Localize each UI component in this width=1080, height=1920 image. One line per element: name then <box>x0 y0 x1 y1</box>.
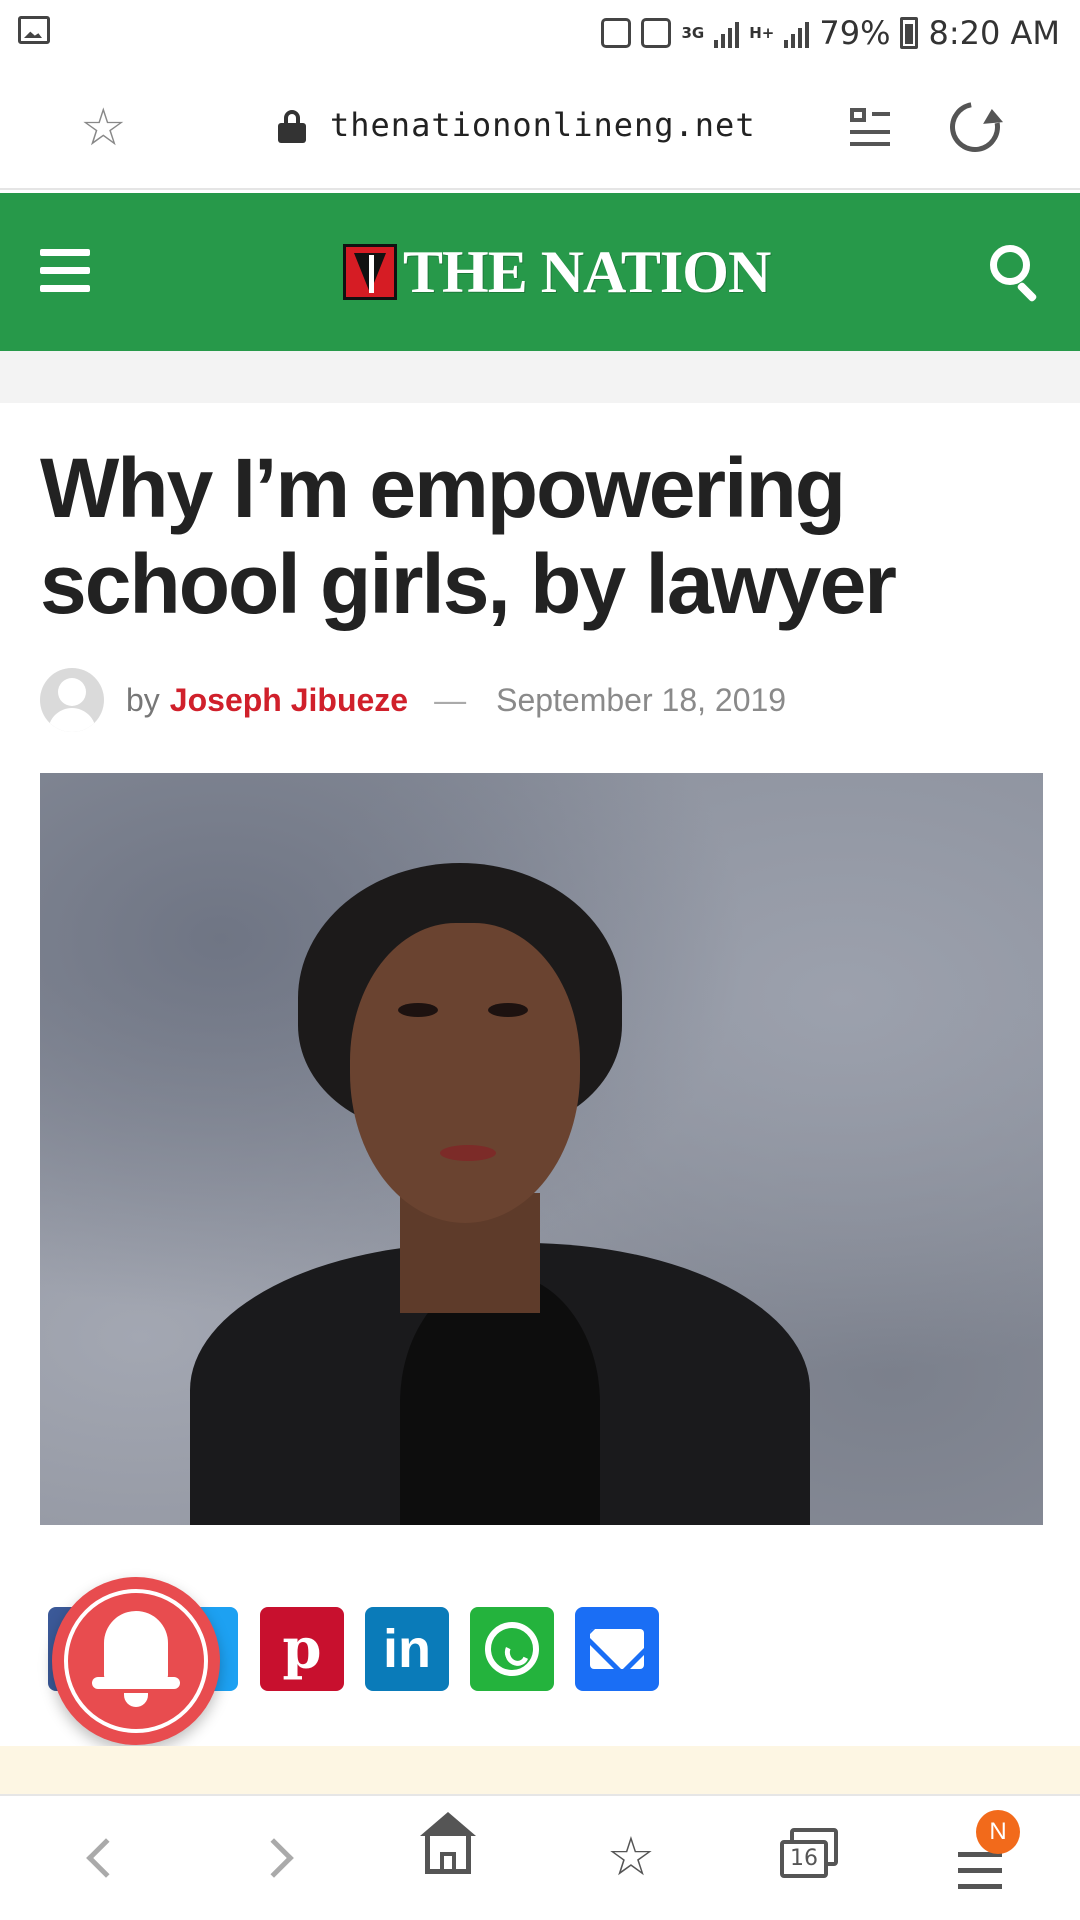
by-label: by <box>126 681 160 718</box>
home-door <box>440 1852 456 1874</box>
lock-icon[interactable] <box>278 110 306 143</box>
byline-separator: — <box>434 681 467 718</box>
author-link[interactable]: Joseph Jibueze <box>170 682 408 719</box>
logo-emblem <box>343 244 397 300</box>
reader-mode-icon[interactable] <box>850 106 890 150</box>
bookmarks-star-icon[interactable]: ☆ <box>596 1822 666 1892</box>
share-whatsapp-button[interactable] <box>470 1607 554 1691</box>
network-type-label-2: H+ <box>749 23 775 42</box>
notification-bell-button[interactable] <box>52 1577 220 1745</box>
network-type-label: 3G <box>681 23 705 42</box>
article-byline: by Joseph Jibueze — September 18, 2019 <box>40 668 786 732</box>
linkedin-icon: in <box>383 1619 431 1679</box>
author-avatar[interactable] <box>40 668 104 732</box>
signal-strength-icon-2 <box>784 18 810 48</box>
forward-chevron-icon[interactable] <box>254 1838 294 1878</box>
recycle-icon <box>601 18 632 48</box>
browser-bottom-nav: ☆ 16 N <box>0 1794 1080 1920</box>
header-spacer <box>0 351 1080 403</box>
bookmark-star-icon[interactable]: ☆ <box>80 102 127 154</box>
sim-card-icon <box>641 18 672 48</box>
menu-notification-badge: N <box>976 1810 1020 1854</box>
signal-strength-icon <box>714 18 740 48</box>
site-logo[interactable]: THE NATION <box>343 239 771 305</box>
share-email-button[interactable] <box>575 1607 659 1691</box>
browser-url-bar: ☆ thenationonlineng.net <box>0 66 1080 190</box>
whatsapp-icon <box>485 1622 539 1676</box>
site-header: THE NATION <box>0 193 1080 351</box>
status-bar: 3G H+ 79% 8:20 AM <box>0 0 1080 66</box>
status-icons: 3G H+ 79% 8:20 AM <box>601 10 1060 56</box>
pinterest-icon: p <box>282 1616 322 1682</box>
publish-date: September 18, 2019 <box>496 681 787 718</box>
battery-icon <box>900 17 919 49</box>
article-title: Why I’m empowering school girls, by lawy… <box>40 441 897 631</box>
hamburger-menu-icon[interactable] <box>40 249 90 293</box>
envelope-icon <box>590 1629 644 1669</box>
tabs-icon[interactable]: 16 <box>780 1840 828 1878</box>
article-featured-image[interactable] <box>40 773 1043 1525</box>
bell-icon <box>104 1611 168 1681</box>
clock: 8:20 AM <box>928 14 1060 52</box>
url-text[interactable]: thenationonlineng.net <box>330 106 756 144</box>
gallery-notification-icon <box>18 16 50 44</box>
logo-text: THE NATION <box>403 238 771 305</box>
share-pinterest-button[interactable]: p <box>260 1607 344 1691</box>
share-linkedin-button[interactable]: in <box>365 1607 449 1691</box>
ad-strip <box>0 1746 1080 1794</box>
reload-icon[interactable] <box>940 92 1010 162</box>
back-chevron-icon[interactable] <box>86 1838 126 1878</box>
battery-percent: 79% <box>819 14 891 52</box>
search-icon[interactable] <box>990 245 1044 303</box>
